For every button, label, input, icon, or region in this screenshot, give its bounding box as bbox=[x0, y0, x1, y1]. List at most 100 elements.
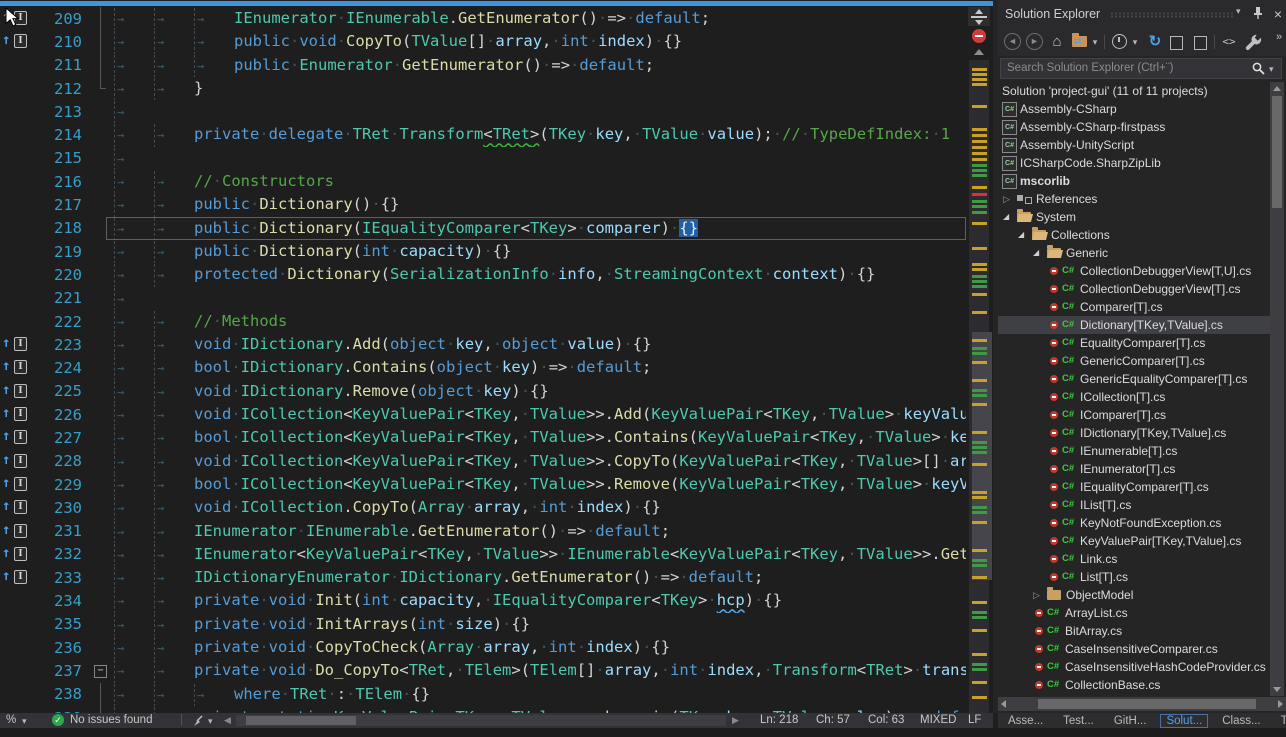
code-text[interactable]: →→IEnumerator<KeyValuePair<TKey,·TValue>… bbox=[106, 543, 966, 566]
scroll-up-arrow[interactable] bbox=[1273, 86, 1281, 91]
implements-interface-icon[interactable]: ↑I bbox=[0, 356, 26, 379]
line-number[interactable]: 222 bbox=[26, 313, 92, 331]
code-text[interactable]: → bbox=[106, 287, 966, 310]
properties-wrench-icon[interactable] bbox=[1244, 33, 1262, 51]
code-text[interactable]: →→IDictionaryEnumerator·IDictionary.GetE… bbox=[106, 566, 966, 589]
scrollbar-thumb[interactable] bbox=[972, 332, 992, 580]
solution-explorer-titlebar[interactable]: Solution Explorer ▾ × bbox=[998, 0, 1286, 28]
panel-tab-solut[interactable]: Solut... bbox=[1160, 714, 1208, 728]
tree-row-list-t-cs[interactable]: C#List[T].cs bbox=[998, 568, 1270, 586]
tree-horizontal-scrollbar[interactable] bbox=[998, 697, 1286, 711]
code-line-211[interactable]: 211→→→public·Enumerator·GetEnumerator()·… bbox=[0, 54, 966, 77]
code-text[interactable]: →→bool·ICollection<KeyValuePair<TKey,·TV… bbox=[106, 426, 966, 449]
code-line-238[interactable]: 238→→→where·TRet·:·TElem·{} bbox=[0, 683, 966, 706]
forward-icon[interactable]: ► bbox=[1026, 33, 1043, 50]
scroll-left-arrow[interactable] bbox=[1001, 700, 1006, 708]
tree-row-icollection-t-cs[interactable]: C#ICollection[T].cs bbox=[998, 388, 1270, 406]
tree-row-icomparer-t-cs[interactable]: C#IComparer[T].cs bbox=[998, 406, 1270, 424]
line-number[interactable]: 224 bbox=[26, 359, 92, 377]
tree-row-assembly-csharp[interactable]: C#Assembly-CSharp bbox=[998, 100, 1270, 118]
code-line-220[interactable]: 220→→protected·Dictionary(SerializationI… bbox=[0, 263, 966, 286]
code-line-228[interactable]: ↑I228→→void·ICollection<KeyValuePair<TKe… bbox=[0, 450, 966, 473]
tree-row-collectiondebuggerview-t-u-cs[interactable]: C#CollectionDebuggerView[T,U].cs bbox=[998, 262, 1270, 280]
line-number[interactable]: 230 bbox=[26, 499, 92, 517]
code-editor-pane[interactable]: ↑I209→→→IEnumerator·IEnumerable.GetEnume… bbox=[0, 0, 993, 713]
code-text[interactable]: →→private·delegate·TRet·Transform<TRet>(… bbox=[106, 123, 966, 146]
code-line-221[interactable]: 221→ bbox=[0, 287, 966, 310]
tree-row-idictionary-tkey-tvalue-cs[interactable]: C#IDictionary[TKey,TValue].cs bbox=[998, 424, 1270, 442]
code-line-216[interactable]: 216→→//·Constructors bbox=[0, 170, 966, 193]
tree-row-arraylist-cs[interactable]: C#ArrayList.cs bbox=[998, 604, 1270, 622]
line-number[interactable]: 223 bbox=[26, 336, 92, 354]
code-text[interactable]: →→→where·TRet·:·TElem·{} bbox=[106, 683, 966, 706]
tree-row-dictionary-tkey-tvalue-cs[interactable]: C#Dictionary[TKey,TValue].cs bbox=[998, 316, 1270, 334]
back-icon[interactable]: ◄ bbox=[1004, 33, 1021, 50]
code-line-227[interactable]: ↑I227→→bool·ICollection<KeyValuePair<TKe… bbox=[0, 426, 966, 449]
scroll-right-arrow[interactable]: ▶ bbox=[732, 715, 739, 726]
code-line-209[interactable]: ↑I209→→→IEnumerator·IEnumerable.GetEnume… bbox=[0, 7, 966, 30]
tree-row-bitarray-cs[interactable]: C#BitArray.cs bbox=[998, 622, 1270, 640]
implements-interface-icon[interactable]: ↑I bbox=[0, 496, 26, 519]
code-text[interactable]: →→void·IDictionary.Remove(object·key)·{} bbox=[106, 380, 966, 403]
code-line-226[interactable]: ↑I226→→void·ICollection<KeyValuePair<TKe… bbox=[0, 403, 966, 426]
solution-explorer-search-input[interactable]: Search Solution Explorer (Ctrl+¨) ▾ bbox=[1000, 58, 1282, 79]
implements-interface-icon[interactable]: ↑I bbox=[0, 30, 26, 53]
tree-row-assembly-unityscript[interactable]: C#Assembly-UnityScript bbox=[998, 136, 1270, 154]
line-number[interactable]: 228 bbox=[26, 452, 92, 470]
line-number[interactable]: 231 bbox=[26, 522, 92, 540]
code-text[interactable]: →→→IEnumerator·IEnumerable.GetEnumerator… bbox=[106, 7, 966, 30]
line-number[interactable]: 232 bbox=[26, 545, 92, 563]
code-text[interactable]: →→} bbox=[106, 77, 966, 100]
editor-split-handle-icon[interactable] bbox=[968, 7, 990, 26]
fold-margin[interactable]: − bbox=[92, 659, 106, 682]
tree-row-solution-project-gui-11-of-11-projects-[interactable]: Solution 'project-gui' (11 of 11 project… bbox=[998, 82, 1270, 100]
tree-row-ienumerable-t-cs[interactable]: C#IEnumerable[T].cs bbox=[998, 442, 1270, 460]
panel-tab-tea[interactable]: Tea... bbox=[1275, 715, 1286, 727]
search-icon[interactable] bbox=[1252, 62, 1265, 75]
code-line-224[interactable]: ↑I224 →→bool·IDictionary.Contains(object·… bbox=[0, 356, 966, 379]
code-line-233[interactable]: ↑I233→→IDictionaryEnumerator·IDictionary… bbox=[0, 566, 966, 589]
code-text[interactable]: →→public·Dictionary(IEqualityComparer<TK… bbox=[106, 217, 966, 240]
code-line-219[interactable]: 219→→public·Dictionary(int·capacity)·{} bbox=[0, 240, 966, 263]
scroll-left-arrow[interactable]: ◀ bbox=[224, 715, 231, 726]
line-number[interactable]: 227 bbox=[26, 429, 92, 447]
line-number[interactable]: 229 bbox=[26, 476, 92, 494]
code-line-210[interactable]: ↑I210→→→public·void·CopyTo(TValue[]·arra… bbox=[0, 30, 966, 53]
code-line-236[interactable]: 236→→private·void·CopyToCheck(Array·arra… bbox=[0, 636, 966, 659]
line-number[interactable]: 216 bbox=[26, 173, 92, 191]
implements-interface-icon[interactable]: ↑I bbox=[0, 543, 26, 566]
scrollbar-thumb[interactable] bbox=[1038, 699, 1256, 709]
code-line-231[interactable]: ↑I231→→IEnumerator·IEnumerable.GetEnumer… bbox=[0, 520, 966, 543]
tree-row-system[interactable]: ◢System bbox=[998, 208, 1270, 226]
show-all-files-icon[interactable] bbox=[1194, 33, 1212, 51]
implements-interface-icon[interactable]: ↑I bbox=[0, 520, 26, 543]
code-text[interactable]: →→private·static·KeyValuePair<TKey,·TVal… bbox=[106, 706, 966, 713]
implements-interface-icon[interactable]: ↑I bbox=[0, 403, 26, 426]
code-text[interactable]: →→private·void·CopyToCheck(Array·array,·… bbox=[106, 636, 966, 659]
window-position-icon[interactable]: ▾ bbox=[1236, 6, 1246, 17]
editor-vertical-scrollbar[interactable] bbox=[966, 0, 993, 713]
code-text[interactable]: →→bool·IDictionary.Contains(object·key)·… bbox=[106, 356, 966, 379]
collapse-all-icon[interactable] bbox=[1170, 33, 1188, 51]
tree-row-collectionbase-cs[interactable]: C#CollectionBase.cs bbox=[998, 676, 1270, 694]
line-number[interactable]: 214 bbox=[26, 126, 92, 144]
tree-row-references[interactable]: ▷References bbox=[998, 190, 1270, 208]
code-line-214[interactable]: 214 →→private·delegate·TRet·Transform<TRe… bbox=[0, 123, 966, 146]
line-number[interactable]: 210 bbox=[26, 33, 92, 51]
filter-dropdown-icon[interactable]: ▾ bbox=[1130, 33, 1140, 51]
code-line-230[interactable]: ↑I230→→void·ICollection.CopyTo(Array·arr… bbox=[0, 496, 966, 519]
cleanup-dropdown-icon[interactable]: ▾ bbox=[208, 716, 218, 727]
line-number[interactable]: 215 bbox=[26, 149, 92, 167]
tree-row-genericcomparer-t-cs[interactable]: C#GenericComparer[T].cs bbox=[998, 352, 1270, 370]
tree-row-ilist-t-cs[interactable]: C#IList[T].cs bbox=[998, 496, 1270, 514]
line-number[interactable]: 213 bbox=[26, 103, 92, 121]
expander-collapsed-icon[interactable]: ▷ bbox=[1033, 590, 1040, 600]
scroll-right-arrow[interactable] bbox=[1278, 700, 1283, 708]
editor-horizontal-scrollbar[interactable] bbox=[236, 715, 726, 726]
code-text[interactable]: →→void·IDictionary.Add(object·key,·objec… bbox=[106, 333, 966, 356]
code-line-239[interactable]: 239→→private·static·KeyValuePair<TKey,·T… bbox=[0, 706, 966, 713]
tree-row-comparer-t-cs[interactable]: C#Comparer[T].cs bbox=[998, 298, 1270, 316]
line-number[interactable]: 233 bbox=[26, 569, 92, 587]
line-number[interactable]: 226 bbox=[26, 406, 92, 424]
tree-row-link-cs[interactable]: C#Link.cs bbox=[998, 550, 1270, 568]
